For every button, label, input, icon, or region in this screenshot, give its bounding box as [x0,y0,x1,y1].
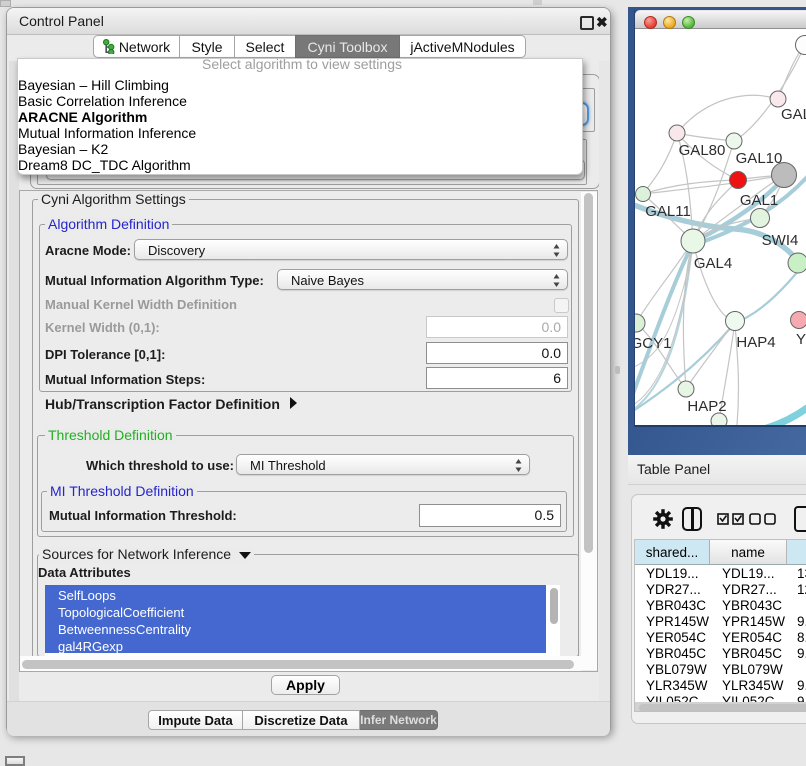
svg-text:HAP2: HAP2 [687,398,726,415]
svg-text:GCY1: GCY1 [635,335,671,352]
svg-text:GAL7: GAL7 [781,106,806,123]
svg-text:GAL80: GAL80 [679,142,726,159]
svg-text:HAP4: HAP4 [736,334,775,351]
svg-text:Y: Y [796,331,806,348]
svg-text:GAL11: GAL11 [645,203,691,220]
svg-text:GAL4: GAL4 [694,255,732,272]
svg-text:SWI4: SWI4 [762,232,799,249]
svg-text:GAL1: GAL1 [740,192,778,209]
svg-text:GAL10: GAL10 [736,150,783,167]
